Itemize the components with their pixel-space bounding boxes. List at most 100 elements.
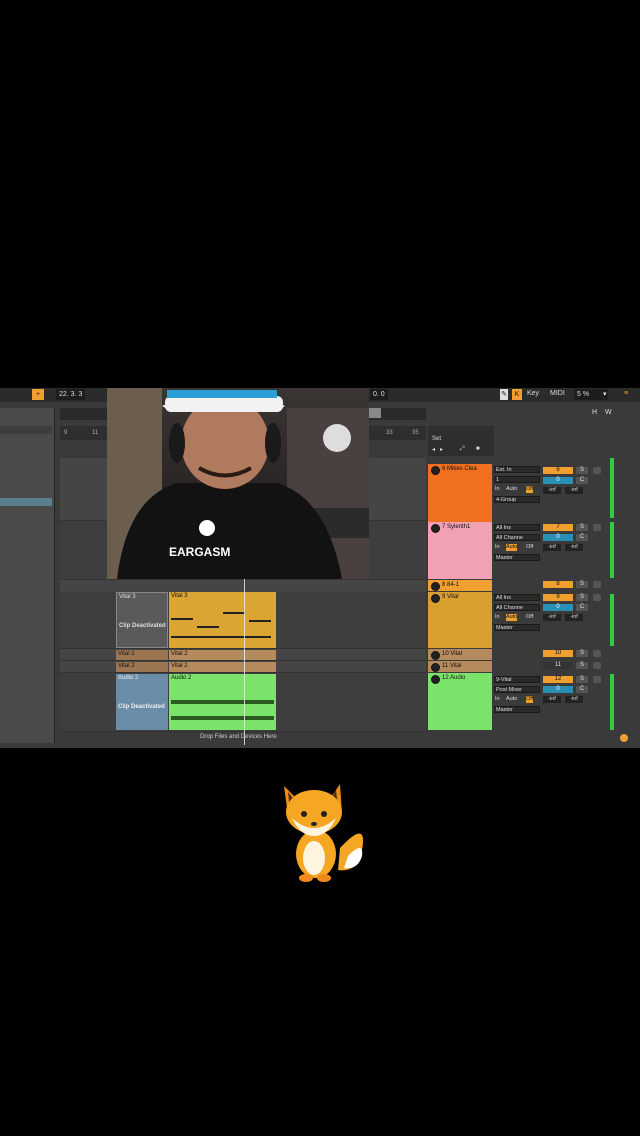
output-select[interactable]: Master bbox=[494, 706, 540, 713]
h-button[interactable]: H bbox=[592, 409, 597, 416]
monitor-off[interactable]: Off bbox=[526, 614, 533, 621]
peak-meter-right[interactable]: -inf bbox=[565, 696, 583, 703]
crossfade-button[interactable]: C bbox=[576, 477, 588, 484]
crossfade-button[interactable]: C bbox=[576, 604, 588, 611]
solo-button[interactable]: S bbox=[576, 676, 588, 683]
track-8[interactable]: 8 84-1 bbox=[428, 580, 492, 591]
output-select[interactable]: 4-Group bbox=[494, 496, 540, 503]
track-volume[interactable]: 6 bbox=[543, 467, 573, 474]
solo-button[interactable]: S bbox=[576, 650, 588, 657]
status-indicator-icon[interactable] bbox=[620, 734, 628, 742]
lock-icon[interactable]: ■ bbox=[476, 446, 480, 452]
track-fold-icon[interactable] bbox=[431, 663, 440, 672]
peak-meter-right[interactable]: -inf bbox=[565, 487, 583, 494]
track-fold-icon[interactable] bbox=[431, 651, 440, 660]
link-icon[interactable]: ⤢ bbox=[460, 446, 465, 453]
track-fold-icon[interactable] bbox=[431, 524, 440, 533]
input-type-select[interactable]: 9-Vital bbox=[494, 676, 540, 683]
track-volume[interactable]: 11 bbox=[543, 662, 573, 669]
clip-vital2-a[interactable]: Vital 2 bbox=[116, 650, 168, 660]
track-volume[interactable]: 10 bbox=[543, 650, 573, 657]
w-button[interactable]: W bbox=[605, 409, 612, 416]
track-12[interactable]: 12 Audio bbox=[428, 673, 492, 730]
track-volume[interactable]: 9 bbox=[543, 594, 573, 601]
position-readout[interactable]: 22. 3. 3 bbox=[56, 389, 86, 400]
peak-meter-right[interactable]: -inf bbox=[565, 614, 583, 621]
track-pan[interactable]: 0 bbox=[543, 686, 573, 693]
monitor-auto[interactable]: Auto bbox=[506, 696, 517, 703]
key-map-button[interactable]: K bbox=[512, 389, 522, 400]
browser-row-selected[interactable] bbox=[0, 498, 52, 506]
midi-label[interactable]: MIDI bbox=[550, 390, 565, 397]
track-fold-icon[interactable] bbox=[431, 466, 440, 475]
clip-audio2[interactable]: Audio 2 bbox=[169, 674, 276, 730]
track-pan[interactable]: 0 bbox=[543, 534, 573, 541]
record-arm-button[interactable] bbox=[593, 581, 601, 588]
monitor-in[interactable]: In bbox=[495, 544, 500, 551]
clip-vital3[interactable]: Vital 3 bbox=[169, 592, 276, 648]
track-volume[interactable]: 12 bbox=[543, 676, 573, 683]
input-channel-select[interactable]: All Channe bbox=[494, 534, 540, 541]
track-7[interactable]: 7 Sylenth1 bbox=[428, 522, 492, 579]
track-pan[interactable]: 0 bbox=[543, 477, 573, 484]
monitor-in[interactable]: In bbox=[495, 696, 500, 703]
input-channel-select[interactable]: 1 bbox=[494, 476, 540, 483]
monitor-off[interactable]: Off bbox=[526, 544, 533, 551]
track-10[interactable]: 10 Vital bbox=[428, 649, 492, 660]
input-channel-select[interactable]: Post Mixer bbox=[494, 686, 540, 693]
menu-icon[interactable]: ≡ bbox=[624, 390, 628, 397]
track-fold-icon[interactable] bbox=[431, 582, 440, 591]
track-fold-icon[interactable] bbox=[431, 675, 440, 684]
track-volume[interactable]: 8 bbox=[543, 581, 573, 588]
key-label[interactable]: Key bbox=[527, 390, 539, 397]
record-arm-button[interactable] bbox=[593, 524, 601, 531]
track-volume[interactable]: 7 bbox=[543, 524, 573, 531]
monitor-in[interactable]: In bbox=[495, 614, 500, 621]
peak-meter-left[interactable]: -inf bbox=[543, 614, 561, 621]
clip-vital2-d[interactable]: Vital 2 bbox=[169, 662, 276, 672]
monitor-auto[interactable]: Auto bbox=[506, 486, 517, 493]
clip-vital2-b[interactable]: Vital 2 bbox=[169, 650, 276, 660]
input-type-select[interactable]: All Ins bbox=[494, 524, 540, 531]
tempo-readout[interactable]: 0. 0 bbox=[370, 389, 388, 400]
chevron-down-icon[interactable]: ▾ bbox=[603, 390, 607, 398]
solo-button[interactable]: S bbox=[576, 467, 588, 474]
input-type-select[interactable]: Ext. In bbox=[494, 466, 540, 473]
track-6[interactable]: 6 Mikes Clea bbox=[428, 464, 492, 522]
output-select[interactable]: Master bbox=[494, 624, 540, 631]
solo-button[interactable]: S bbox=[576, 594, 588, 601]
peak-meter-left[interactable]: -inf bbox=[543, 696, 561, 703]
track-9[interactable]: 9 Vital bbox=[428, 592, 492, 648]
add-button[interactable]: + bbox=[32, 389, 44, 400]
record-arm-button[interactable] bbox=[593, 650, 601, 657]
forward-icon[interactable]: ▸ bbox=[440, 446, 443, 453]
solo-button[interactable]: S bbox=[576, 581, 588, 588]
monitor-auto[interactable]: Auto bbox=[506, 544, 518, 551]
monitor-off[interactable]: Off bbox=[526, 486, 534, 493]
peak-meter-left[interactable]: -inf bbox=[543, 487, 561, 494]
monitor-auto[interactable]: Auto bbox=[506, 614, 518, 621]
track-11[interactable]: 11 Vital bbox=[428, 661, 492, 672]
crossfade-button[interactable]: C bbox=[576, 686, 588, 693]
drop-zone-hint[interactable]: Drop Files and Devices Here bbox=[200, 734, 277, 740]
record-arm-button[interactable] bbox=[593, 594, 601, 601]
pencil-icon[interactable]: ✎ bbox=[500, 389, 508, 400]
record-arm-button[interactable] bbox=[593, 676, 601, 683]
monitor-in[interactable]: In bbox=[495, 486, 500, 493]
input-type-select[interactable]: All Ins bbox=[494, 594, 540, 601]
solo-button[interactable]: S bbox=[576, 662, 588, 669]
monitor-off[interactable]: Off bbox=[526, 696, 534, 703]
clip-vital2-c[interactable]: Vital 2 bbox=[116, 662, 168, 672]
track-fold-icon[interactable] bbox=[431, 594, 440, 603]
crossfade-button[interactable]: C bbox=[576, 534, 588, 541]
peak-meter-left[interactable]: -inf bbox=[543, 544, 561, 551]
back-icon[interactable]: ◂ bbox=[432, 446, 435, 453]
record-arm-button[interactable] bbox=[593, 662, 601, 669]
clip-audio2-deactivated[interactable]: Audio 2 Clip Deactivated bbox=[116, 674, 168, 730]
peak-meter-right[interactable]: -inf bbox=[565, 544, 583, 551]
overview-handle[interactable] bbox=[369, 408, 381, 418]
record-arm-button[interactable] bbox=[593, 467, 601, 474]
clip-vital3-deactivated[interactable]: Vital 3 Clip Deactivated bbox=[116, 592, 168, 648]
track-pan[interactable]: 0 bbox=[543, 604, 573, 611]
solo-button[interactable]: S bbox=[576, 524, 588, 531]
